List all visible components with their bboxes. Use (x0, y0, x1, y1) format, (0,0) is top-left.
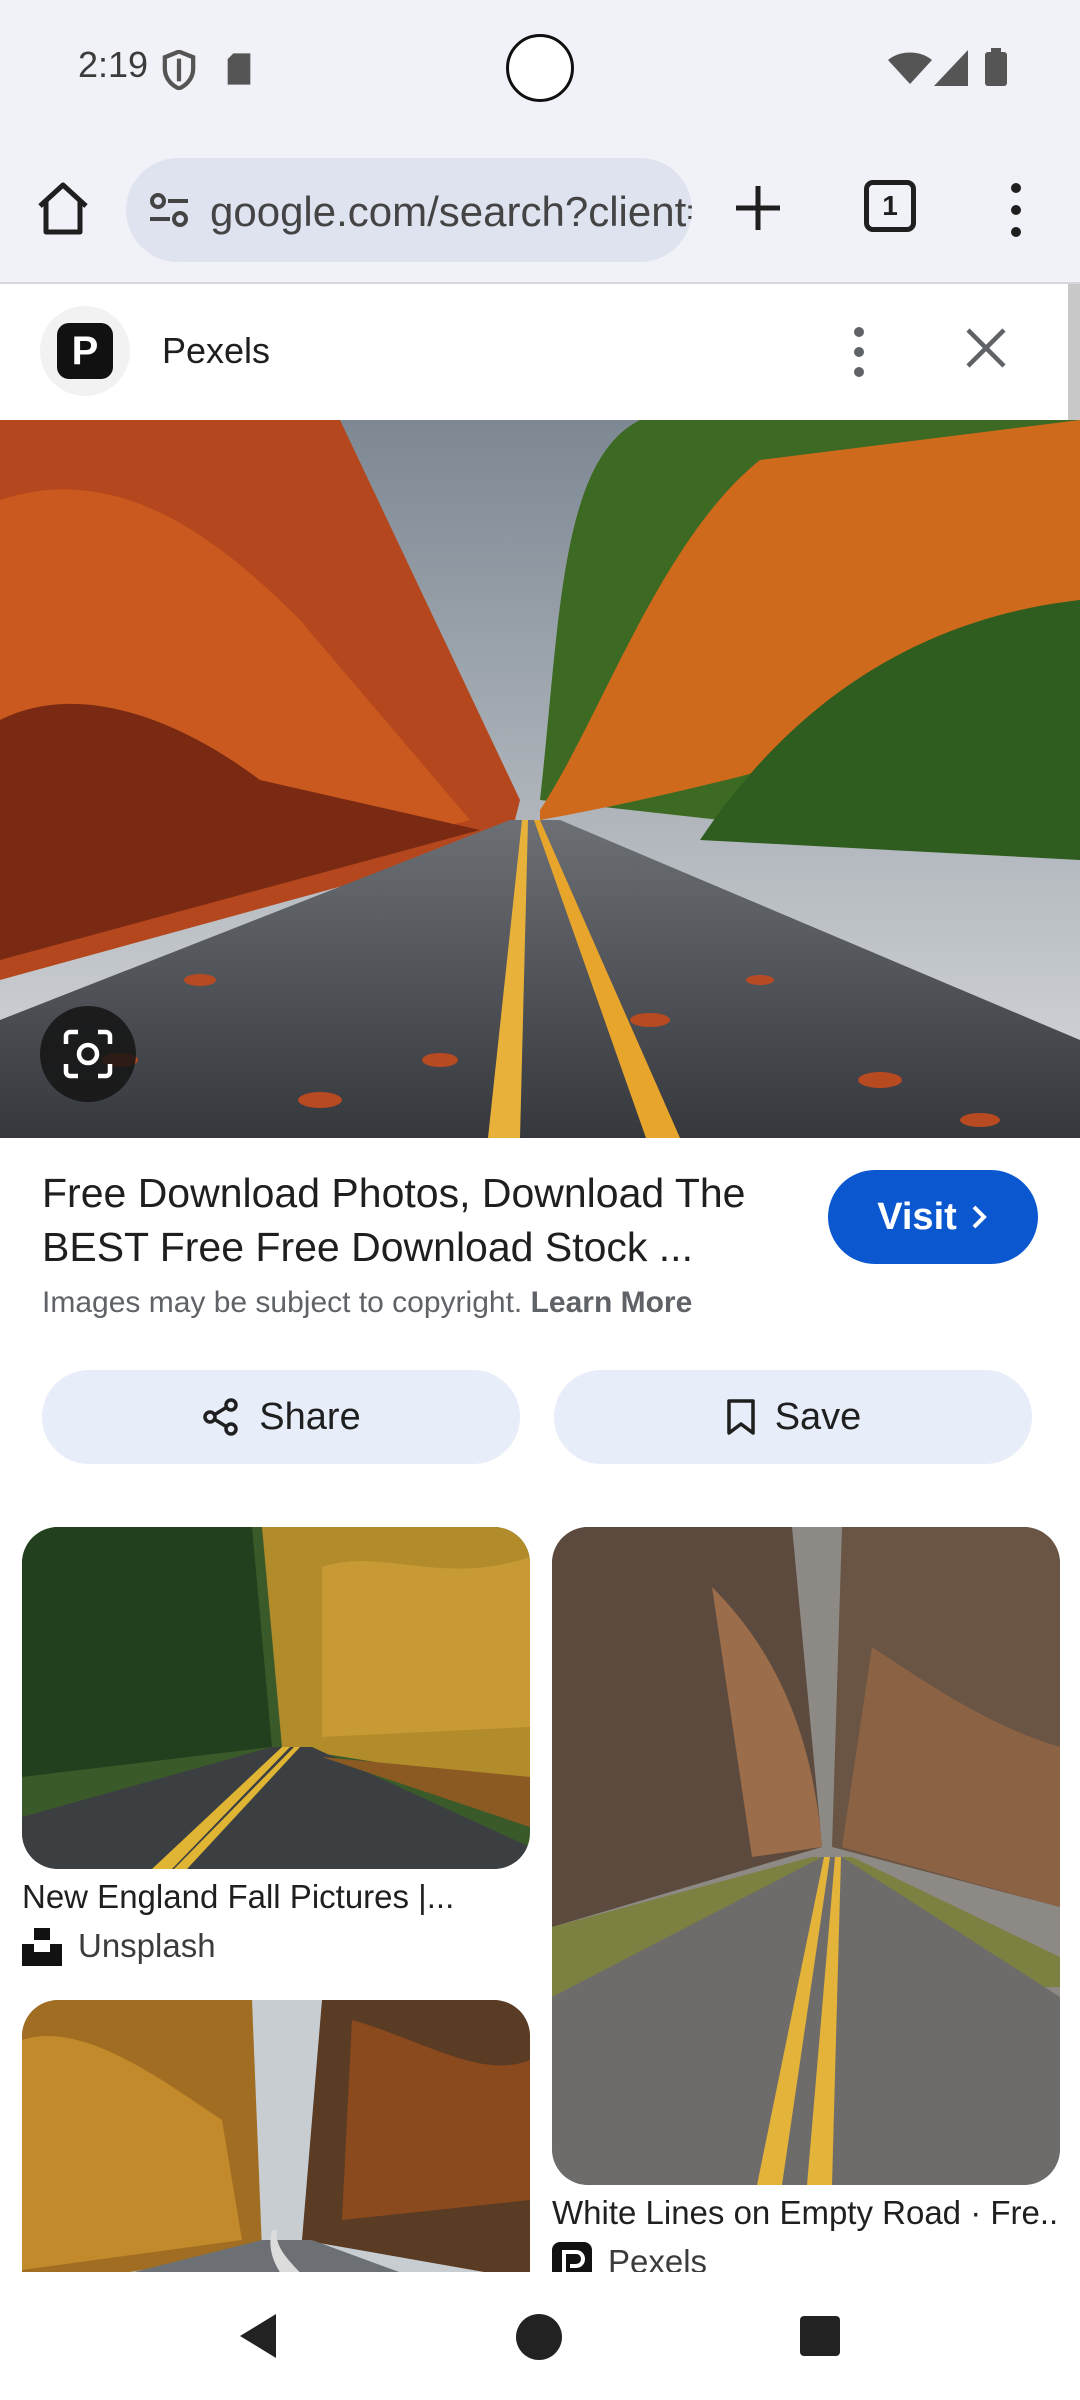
status-time: 2:19 (78, 44, 149, 85)
add-tab-icon[interactable] (730, 180, 786, 236)
related-image-thumbnail[interactable] (22, 1527, 530, 1869)
copyright-text: Images may be subject to copyright. (42, 1286, 523, 1319)
share-button[interactable]: Share (42, 1370, 520, 1464)
battery-icon (985, 48, 1007, 86)
tab-count: 1 (882, 190, 898, 221)
save-button[interactable]: Save (554, 1370, 1032, 1464)
wifi-icon (888, 52, 932, 84)
visit-button[interactable]: Visit (828, 1170, 1038, 1264)
more-options-icon[interactable] (846, 324, 872, 380)
home-icon[interactable] (34, 180, 92, 238)
source-name[interactable]: Pexels (162, 330, 270, 372)
related-title[interactable]: New England Fall Pictures |... (22, 1878, 530, 1916)
back-icon[interactable] (236, 2312, 280, 2360)
share-icon (203, 1398, 239, 1436)
result-title[interactable]: Free Download Photos, Download The BEST … (42, 1166, 802, 1274)
visit-label: Visit (877, 1195, 957, 1238)
tab-switcher-button[interactable]: 1 (864, 180, 916, 232)
image-panel-header: P Pexels (0, 284, 1068, 420)
nav-home-icon[interactable] (516, 2314, 562, 2360)
learn-more-link[interactable]: Learn More (531, 1286, 693, 1319)
pexels-logo-icon: P (40, 306, 130, 396)
main-image[interactable] (0, 420, 1080, 1138)
google-lens-icon (63, 1029, 113, 1079)
browser-toolbar: google.com/search?client=ms-android 1 (0, 136, 1080, 284)
cellular-signal-icon (934, 50, 968, 86)
url-text[interactable]: google.com/search?client=ms-android (210, 188, 692, 236)
google-lens-button[interactable] (40, 1006, 136, 1102)
unsplash-icon (22, 1928, 62, 1966)
address-bar[interactable]: google.com/search?client=ms-android (126, 158, 692, 262)
recent-apps-icon[interactable] (800, 2316, 840, 2356)
share-label: Share (259, 1395, 361, 1438)
site-settings-icon[interactable] (148, 192, 190, 228)
shield-icon (162, 50, 196, 90)
save-label: Save (774, 1395, 862, 1438)
chevron-right-icon (972, 1205, 987, 1229)
bookmark-icon (726, 1399, 755, 1435)
status-bar: 2:19 (0, 0, 1080, 136)
close-icon[interactable] (962, 324, 1010, 372)
sd-card-icon (227, 53, 251, 85)
related-source: Unsplash (22, 1926, 216, 1966)
related-title[interactable]: White Lines on Empty Road · Fre... (552, 2194, 1060, 2232)
system-nav-bar (0, 2272, 1080, 2400)
copyright-notice: Images may be subject to copyright. Lear… (42, 1286, 692, 1320)
related-image-thumbnail[interactable] (552, 1527, 1060, 2185)
camera-cutout (506, 34, 574, 102)
more-vert-icon[interactable] (1004, 180, 1028, 240)
